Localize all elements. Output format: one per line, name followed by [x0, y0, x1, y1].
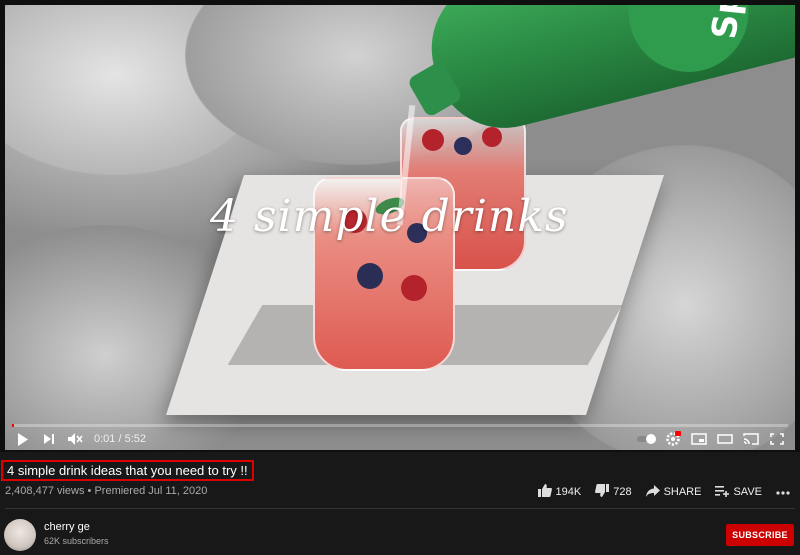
more-button[interactable]: [776, 486, 790, 498]
channel-name[interactable]: cherry ge: [44, 521, 90, 533]
more-icon: [776, 486, 790, 498]
save-button[interactable]: SAVE: [715, 485, 762, 500]
progress-fill: [12, 424, 15, 427]
time-display: 0:01 / 5:52: [94, 433, 146, 445]
share-button[interactable]: SHARE: [645, 484, 702, 500]
settings-icon[interactable]: [660, 429, 686, 449]
mute-icon[interactable]: [62, 429, 88, 449]
autoplay-toggle-icon[interactable]: [634, 429, 660, 449]
theater-icon[interactable]: [712, 429, 738, 449]
share-label: SHARE: [663, 486, 702, 498]
like-icon: [537, 484, 552, 500]
dislike-icon: [595, 484, 610, 500]
video-title: 4 simple drink ideas that you need to tr…: [1, 460, 254, 481]
play-icon[interactable]: [10, 429, 36, 449]
save-icon: [715, 485, 730, 500]
subscribe-button[interactable]: SUBSCRIBE: [726, 524, 794, 546]
save-label: SAVE: [733, 486, 762, 498]
views-date: 2,408,477 views • Premiered Jul 11, 2020: [5, 485, 208, 497]
player-controls: 0:01 / 5:52: [0, 428, 800, 450]
subscriber-count: 62K subscribers: [44, 536, 109, 546]
channel-avatar[interactable]: [4, 519, 36, 551]
progress-bar[interactable]: [12, 424, 788, 427]
like-button[interactable]: 194K: [537, 484, 582, 500]
dislike-count: 728: [613, 486, 632, 498]
video-overlay-title: 4 simple drinks: [210, 191, 569, 242]
video-actions: 194K 728 SHARE SAVE: [537, 484, 791, 500]
like-count: 194K: [555, 486, 582, 498]
video-player[interactable]: Sprite 4 simple drinks 0:01 / 5:52: [0, 0, 800, 452]
miniplayer-icon[interactable]: [686, 429, 712, 449]
share-icon: [645, 484, 660, 500]
next-icon[interactable]: [36, 429, 62, 449]
divider: [5, 508, 795, 509]
video-frame[interactable]: Sprite 4 simple drinks: [5, 5, 795, 450]
fullscreen-icon[interactable]: [764, 429, 790, 449]
dislike-button[interactable]: 728: [595, 484, 632, 500]
cast-icon[interactable]: [738, 429, 764, 449]
